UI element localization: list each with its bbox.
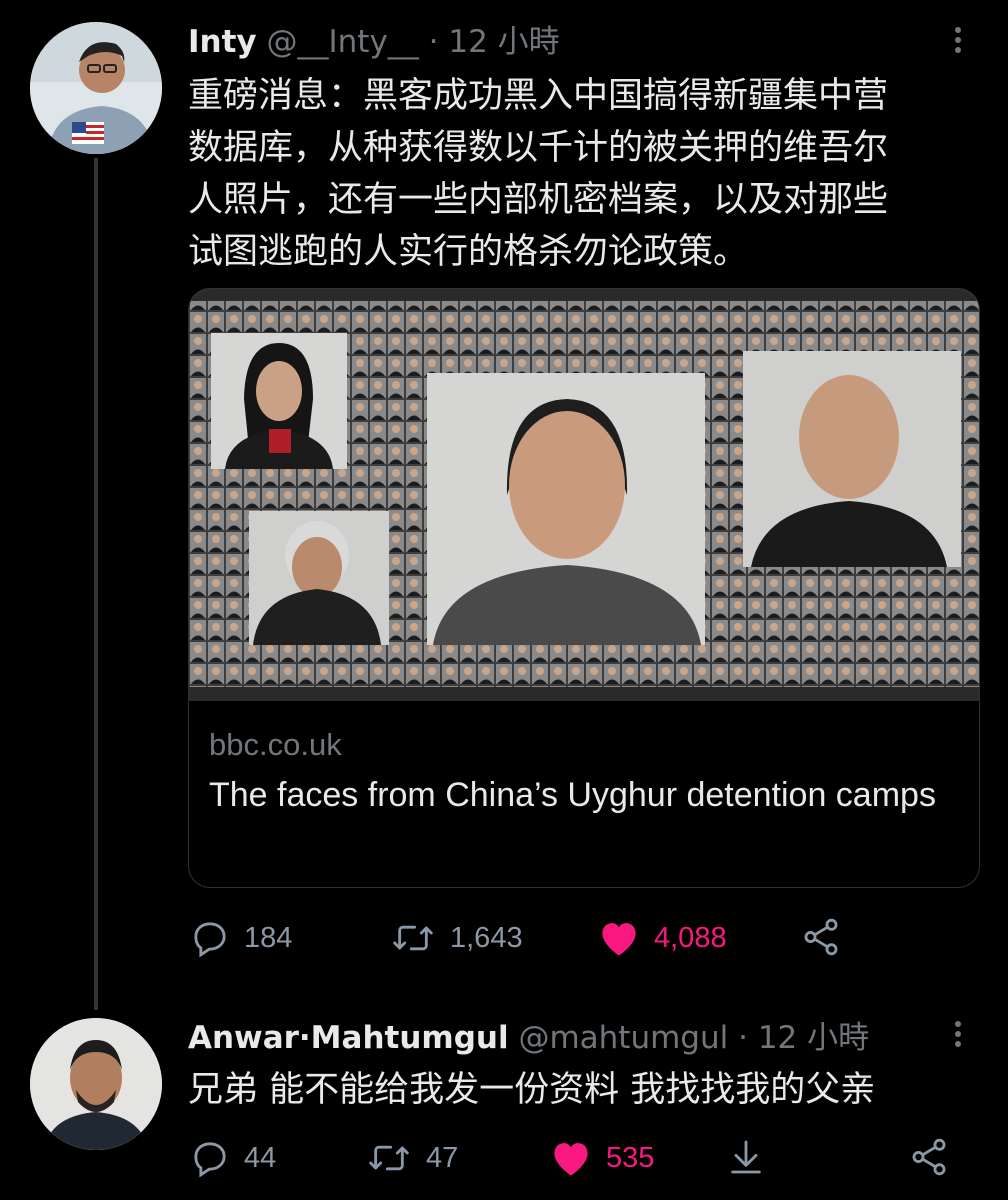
share-button[interactable] xyxy=(908,1136,950,1178)
link-card[interactable]: bbc.co.uk The faces from China’s Uyghur … xyxy=(188,288,980,888)
tweet-text: 兄弟 能不能给我发一份资料 我找找我的父亲 xyxy=(188,1070,876,1110)
display-name[interactable]: Anwar·Mahtumgul xyxy=(188,1020,509,1056)
reply-button[interactable]: 184 xyxy=(190,918,292,958)
share-icon xyxy=(908,1136,950,1178)
avatar-inty[interactable] xyxy=(30,22,162,154)
tweet-text-line: 人照片，还有一些内部机密档案，以及对那些 xyxy=(188,180,889,220)
timestamp[interactable]: 12 小時 xyxy=(758,1020,869,1056)
retweet-count: 47 xyxy=(426,1141,459,1174)
avatar-anwar[interactable] xyxy=(30,1018,162,1150)
card-title: The faces from China’s Uyghur detention … xyxy=(209,776,936,814)
user-handle[interactable]: @mahtumgul xyxy=(518,1020,728,1056)
tweet-text-line: 重磅消息：黑客成功黑入中国搞得新疆集中营 xyxy=(188,76,889,116)
tweet-inty[interactable]: Inty @__Inty__ · 12 小時 重磅消息：黑客成功黑入中国搞得新疆… xyxy=(0,0,1008,1010)
like-button[interactable]: 535 xyxy=(550,1138,654,1178)
display-name[interactable]: Inty xyxy=(188,24,257,60)
retweet-button[interactable]: 47 xyxy=(366,1138,458,1178)
thread-connector xyxy=(94,158,98,1010)
tweet-text-line: 数据库，从种获得数以千计的被关押的维吾尔 xyxy=(188,128,889,168)
separator-dot: · xyxy=(738,1020,748,1056)
more-icon[interactable] xyxy=(953,24,963,58)
tweet-text-line: 试图逃跑的人实行的格杀勿论政策。 xyxy=(188,232,749,272)
reply-icon xyxy=(190,1138,230,1178)
tweet-header: Anwar·Mahtumgul @mahtumgul · 12 小時 xyxy=(188,1018,869,1058)
retweet-icon xyxy=(390,918,436,958)
share-button[interactable] xyxy=(800,916,842,958)
tweet-text: 重磅消息：黑客成功黑入中国搞得新疆集中营 数据库，从种获得数以千计的被关押的维吾… xyxy=(188,70,888,278)
card-domain: bbc.co.uk xyxy=(209,727,342,762)
tweet-header: Inty @__Inty__ · 12 小時 xyxy=(188,22,560,62)
separator-dot: · xyxy=(428,24,439,60)
card-image[interactable] xyxy=(189,289,979,701)
download-button[interactable] xyxy=(726,1136,766,1178)
heart-icon xyxy=(550,1138,592,1178)
retweet-icon xyxy=(366,1138,412,1178)
retweet-button[interactable]: 1,643 xyxy=(390,918,523,958)
reply-icon xyxy=(190,918,230,958)
share-icon xyxy=(800,916,842,958)
tweet-anwar[interactable]: Anwar·Mahtumgul @mahtumgul · 12 小時 兄弟 能不… xyxy=(0,1010,1008,1200)
retweet-count: 1,643 xyxy=(450,921,523,954)
more-icon[interactable] xyxy=(953,1018,963,1052)
like-button[interactable]: 4,088 xyxy=(598,918,727,958)
like-count: 4,088 xyxy=(654,921,727,954)
heart-icon xyxy=(598,918,640,958)
user-handle[interactable]: @__Inty__ xyxy=(267,24,419,60)
download-icon xyxy=(726,1136,766,1178)
reply-count: 44 xyxy=(244,1141,277,1174)
reply-button[interactable]: 44 xyxy=(190,1138,276,1178)
like-count: 535 xyxy=(606,1141,655,1174)
timestamp[interactable]: 12 小時 xyxy=(448,24,559,60)
reply-count: 184 xyxy=(244,921,293,954)
